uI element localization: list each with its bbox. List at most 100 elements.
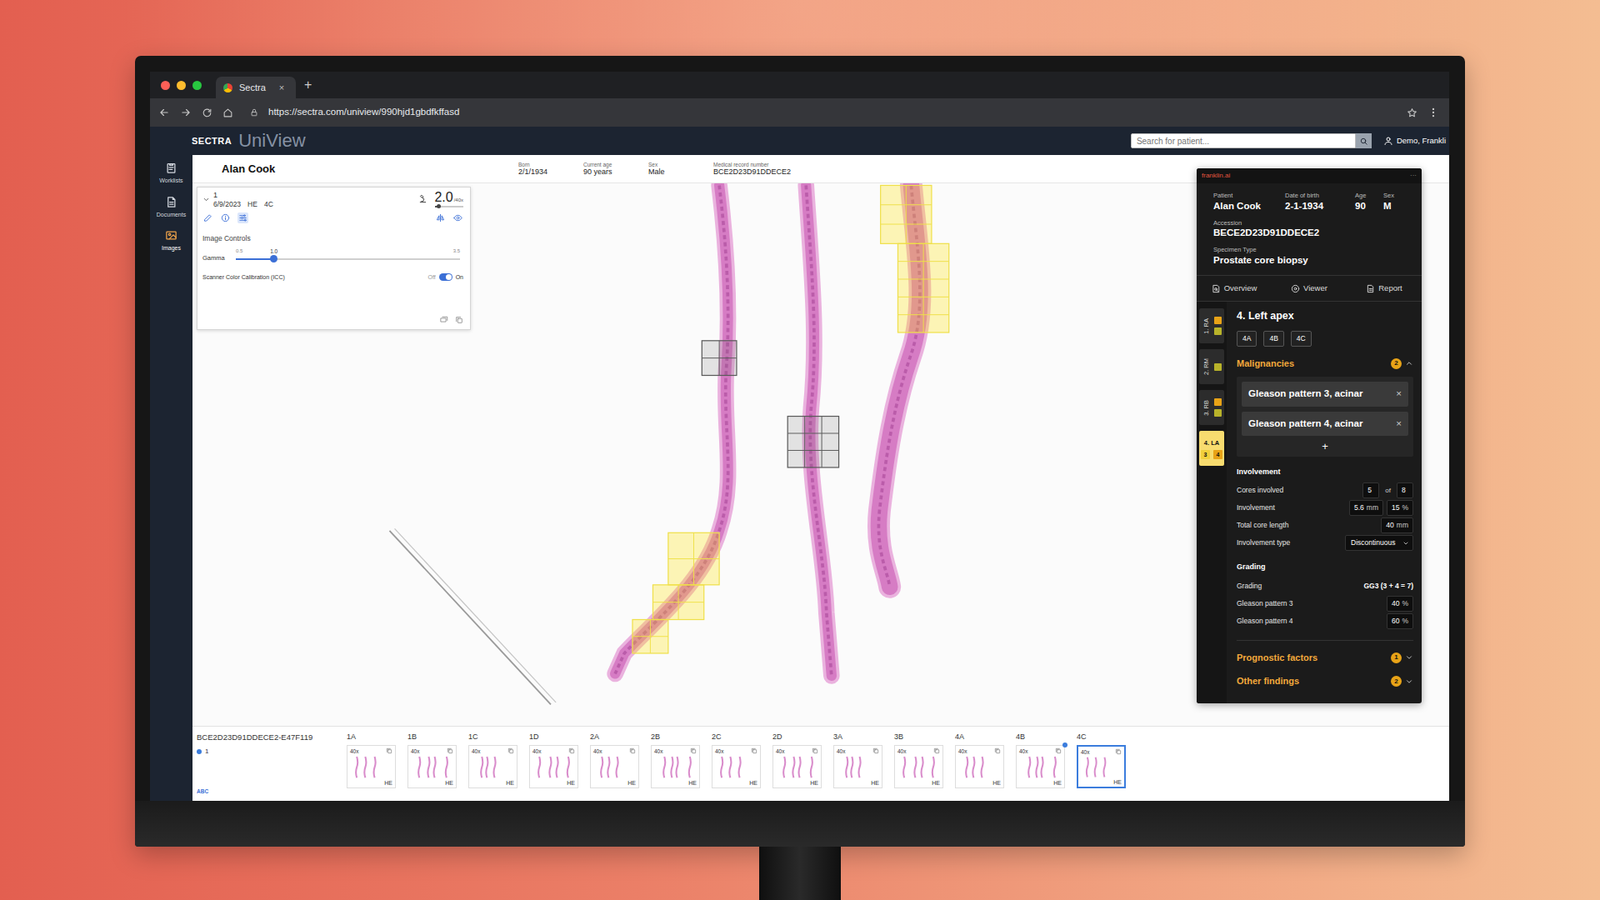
core-button[interactable]: 4C <box>1290 330 1312 347</box>
home-icon[interactable] <box>222 107 234 119</box>
field-value[interactable]: 40 <box>1391 598 1400 610</box>
zoom-slider[interactable] <box>435 205 464 208</box>
franklin-tab[interactable]: Viewer <box>1271 275 1347 301</box>
gamma-slider[interactable]: 0.51.03.5 <box>235 247 460 264</box>
thumbnail[interactable]: 3B40xHE <box>894 731 944 796</box>
malignancy-tag[interactable]: Gleason pattern 4, acinar× <box>1241 411 1409 436</box>
search-input[interactable] <box>1130 133 1356 149</box>
section-header[interactable]: Other findings2 <box>1236 674 1414 689</box>
value-field[interactable]: 5.6mm <box>1349 500 1384 516</box>
malignancies-header[interactable]: Malignancies2 <box>1236 356 1414 371</box>
site-label[interactable]: 3. RB <box>1201 400 1211 416</box>
thumbnail-image[interactable]: 40xHE <box>711 745 761 789</box>
core-button[interactable]: 4A <box>1236 330 1257 347</box>
thumbnail[interactable]: 2B40xHE <box>650 731 700 796</box>
thumbnail-image[interactable]: 40xHE <box>772 745 822 789</box>
thumbnail[interactable]: 4A40xHE <box>955 731 1005 796</box>
chevron-icon[interactable] <box>1405 677 1414 686</box>
thumbnail-image[interactable]: 40xHE <box>529 745 579 789</box>
back-icon[interactable] <box>158 106 170 119</box>
remove-tag-button[interactable]: × <box>1395 416 1402 431</box>
sidebar-item[interactable]: Worklists <box>150 161 192 186</box>
thumbnail[interactable]: 2A40xHE <box>590 731 640 796</box>
malignancy-tag[interactable]: Gleason pattern 3, acinar× <box>1241 381 1409 406</box>
franklin-tab[interactable]: Report <box>1346 275 1422 301</box>
thumbnail-image[interactable]: 40xHE <box>468 745 518 789</box>
field-value[interactable]: 8 <box>1401 485 1406 496</box>
add-tag-button[interactable]: + <box>1241 440 1409 452</box>
tab-title[interactable]: Sectra <box>239 80 266 95</box>
thumbnail-label[interactable]: 1B <box>407 731 457 744</box>
annotation-tool-button[interactable]: ABC <box>196 787 347 796</box>
thumbnail-image[interactable]: 40xHE <box>894 745 944 789</box>
tab-label[interactable]: Viewer <box>1303 282 1328 295</box>
thumbnail-image[interactable]: 40xHE <box>650 745 700 789</box>
collapse-icon[interactable] <box>202 195 210 204</box>
thumbnail-image[interactable]: 40xHE <box>346 745 396 789</box>
sidebar-label[interactable]: Images <box>161 244 181 254</box>
flip-icon[interactable] <box>435 212 446 224</box>
thumbnail[interactable]: 1A40xHE <box>346 731 396 796</box>
layers-icon[interactable] <box>440 315 449 325</box>
value-field[interactable]: 40% <box>1386 595 1414 612</box>
thumbnail-image[interactable]: 40xHE <box>833 745 883 789</box>
sidebar-label[interactable]: Worklists <box>159 176 183 186</box>
sidebar-item[interactable]: Documents <box>150 195 192 220</box>
thumbnail-image[interactable]: 40xHE <box>1015 745 1065 789</box>
tab-label[interactable]: Report <box>1378 282 1403 295</box>
select-value[interactable]: Discontinuous <box>1350 537 1395 549</box>
site-tab[interactable]: 2. RM <box>1199 349 1225 385</box>
thumbnail-label[interactable]: 1D <box>529 731 579 744</box>
search-button[interactable] <box>1355 133 1372 149</box>
thumbnail-label[interactable]: 4A <box>955 731 1005 744</box>
thumbnail-label[interactable]: 1A <box>346 731 396 744</box>
thumbnail[interactable]: 4C40xHE <box>1076 731 1126 796</box>
url-field[interactable]: https://sectra.com/uniview/990hjd1gbdfkf… <box>268 105 460 120</box>
select-field[interactable]: Discontinuous <box>1345 535 1414 551</box>
site-label[interactable]: 4. LA <box>1204 438 1220 448</box>
thumbnail[interactable]: 1D40xHE <box>529 731 579 796</box>
core-button[interactable]: 4B <box>1263 330 1284 347</box>
info-icon[interactable] <box>220 212 231 224</box>
site-tab[interactable]: 4. LA34 <box>1199 430 1225 466</box>
thumbnail[interactable]: 1B40xHE <box>407 731 457 796</box>
thumbnail-image[interactable]: 40xHE <box>590 745 640 789</box>
section-header[interactable]: Prognostic factors1 <box>1236 650 1414 665</box>
browser-menu-icon[interactable] <box>1427 106 1440 119</box>
minimize-button[interactable] <box>176 80 186 90</box>
site-label[interactable]: 2. RM <box>1201 358 1211 375</box>
thumbnail-label[interactable]: 2D <box>772 731 822 744</box>
icc-toggle[interactable] <box>439 273 453 281</box>
thumbnail-label[interactable]: 3B <box>894 731 944 744</box>
panel-menu-button[interactable]: ··· <box>1410 170 1417 181</box>
user-menu[interactable]: Demo, Frankli <box>1383 135 1446 147</box>
value-field[interactable]: 5 <box>1362 482 1380 499</box>
field-value[interactable]: 5.6 <box>1354 502 1365 514</box>
section-title[interactable]: Malignancies <box>1236 356 1295 371</box>
thumbnail-label[interactable]: 3A <box>833 731 883 744</box>
value-field[interactable]: 8 <box>1396 482 1414 499</box>
annotate-icon[interactable] <box>202 212 214 224</box>
thumbnail-label[interactable]: 2C <box>711 731 761 744</box>
thumbnail-label[interactable]: 2B <box>650 731 700 744</box>
chevron-icon[interactable] <box>1405 359 1414 368</box>
zoom-thumb[interactable] <box>436 204 441 209</box>
section-title[interactable]: Prognostic factors <box>1236 650 1318 665</box>
thumbnail-label[interactable]: 4B <box>1015 731 1065 744</box>
close-button[interactable] <box>160 80 170 90</box>
maximize-button[interactable] <box>192 80 202 90</box>
value-field[interactable]: 60% <box>1386 613 1414 630</box>
thumbnail-label[interactable]: 4C <box>1076 731 1126 744</box>
thumbnail-image[interactable]: 40xHE <box>955 745 1005 789</box>
remove-tag-button[interactable]: × <box>1395 386 1402 401</box>
thumbnail[interactable]: 1C40xHE <box>468 731 518 796</box>
value-field[interactable]: 15% <box>1386 500 1414 516</box>
visibility-icon[interactable] <box>452 212 464 224</box>
bookmark-star-icon[interactable] <box>1406 107 1418 119</box>
sidebar-item[interactable]: Images <box>150 229 192 254</box>
user-name[interactable]: Demo, Frankli <box>1396 135 1446 147</box>
thumbnail[interactable]: 3A40xHE <box>833 731 883 796</box>
layers-alt-icon[interactable] <box>455 315 464 325</box>
gamma-thumb[interactable] <box>270 255 278 263</box>
thumbnail-image[interactable]: 40xHE <box>407 745 457 789</box>
